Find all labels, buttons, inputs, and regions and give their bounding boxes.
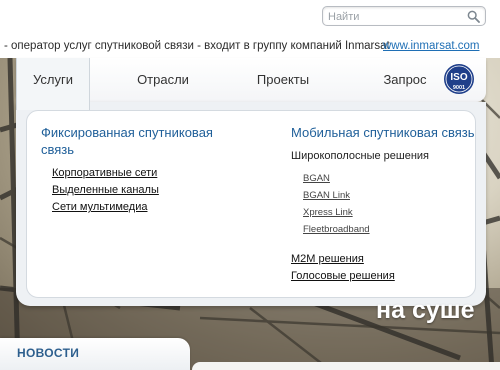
link-bgan-link[interactable]: BGAN Link: [303, 190, 350, 202]
link-voice-solutions[interactable]: Голосовые решения: [291, 269, 395, 283]
badge-number-text: 9001: [453, 85, 465, 91]
ticker: - оператор услуг спутниковой связи - вхо…: [0, 36, 500, 56]
link-dedicated-channels[interactable]: Выделенные каналы: [52, 183, 159, 197]
link-fleetbroadband[interactable]: Fleetbroadband: [303, 224, 370, 236]
top-strip: - оператор услуг спутниковой связи - вхо…: [0, 0, 500, 58]
main-nav: Услуги Отрасли Проекты Запрос ISO 9001: [16, 58, 486, 110]
services-dropdown: Фиксированная спутниковая связь Корпорат…: [16, 102, 486, 306]
tab-services[interactable]: Услуги: [16, 58, 90, 110]
fixed-title-line1: Фиксированная спутниковая: [41, 125, 213, 140]
badge-iso-text: ISO: [450, 72, 467, 83]
dropdown-content: Фиксированная спутниковая связь Корпорат…: [26, 110, 476, 298]
fixed-title-line2: связь: [41, 142, 75, 157]
news-tab[interactable]: НОВОСТИ: [0, 338, 190, 370]
tab-projects[interactable]: Проекты: [246, 58, 320, 102]
tab-industries[interactable]: Отрасли: [124, 58, 202, 102]
broadband-heading: Широкополосные решения: [291, 150, 430, 162]
link-bgan[interactable]: BGAN: [303, 173, 330, 185]
link-xpress-link[interactable]: Xpress Link: [303, 207, 353, 219]
hero-overlay-text: на суше: [376, 296, 475, 324]
search-input[interactable]: [328, 9, 466, 24]
link-m2m-solutions[interactable]: M2M решения: [291, 252, 364, 266]
search-box[interactable]: [322, 6, 486, 26]
ticker-text: - оператор услуг спутниковой связи - вхо…: [4, 40, 390, 52]
content-panel-edge: [192, 362, 500, 370]
iso-9001-badge: ISO 9001: [444, 64, 474, 94]
tab-request[interactable]: Запрос: [372, 58, 438, 102]
news-label: НОВОСТИ: [17, 346, 80, 360]
link-corporate-networks[interactable]: Корпоративные сети: [52, 166, 157, 180]
mobile-title: Мобильная спутниковая связь: [291, 125, 475, 140]
search-icon[interactable]: [467, 10, 480, 23]
link-multimedia-networks[interactable]: Сети мультимедиа: [52, 200, 147, 214]
inmarsat-link[interactable]: www.inmarsat.com: [383, 36, 480, 56]
